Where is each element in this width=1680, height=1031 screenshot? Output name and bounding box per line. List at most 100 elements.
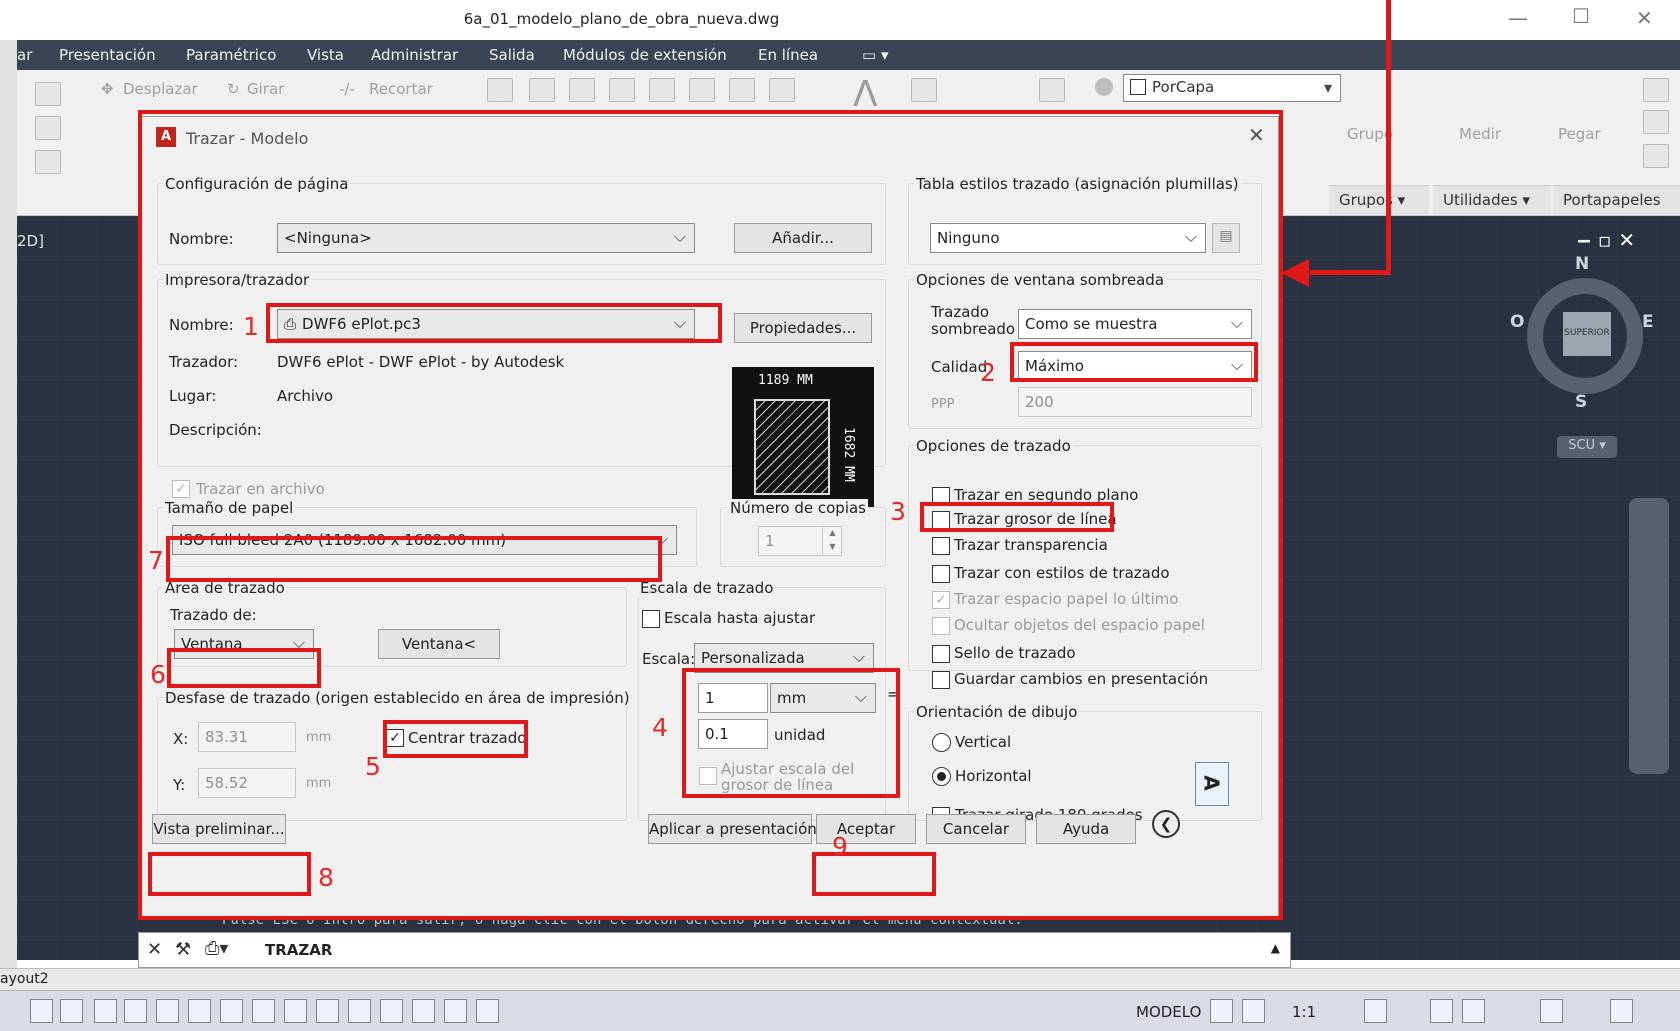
compass-west[interactable]: O xyxy=(1510,312,1524,332)
snap-icon[interactable] xyxy=(124,999,147,1023)
highlight-lineweight xyxy=(920,502,1114,532)
paste-label[interactable]: Pegar xyxy=(1558,125,1601,143)
compass-east[interactable]: E xyxy=(1642,312,1654,332)
minimize-button[interactable]: — xyxy=(1508,6,1528,30)
left-edge xyxy=(0,40,17,1031)
menu-item-en-linea[interactable]: En línea xyxy=(758,46,818,64)
ribbon-tool-icon-2[interactable] xyxy=(529,78,555,102)
menu-item-parametrico[interactable]: Paramétrico xyxy=(186,46,276,64)
dimension-icon[interactable] xyxy=(911,78,937,102)
osnap-icon[interactable] xyxy=(252,999,275,1023)
grid-icon[interactable] xyxy=(94,999,117,1023)
annotation-number: 1 xyxy=(243,312,259,341)
layout-tab[interactable]: ayout2 xyxy=(0,971,49,987)
layout-grid-icon[interactable] xyxy=(1210,999,1233,1023)
viewport-label[interactable]: 2D] xyxy=(17,232,44,250)
viewports-icon[interactable] xyxy=(1242,999,1265,1023)
move-icon: ✥ xyxy=(101,80,114,98)
menu-item-prev[interactable]: ar xyxy=(17,46,32,64)
status-bar: MODELO 1:1 xyxy=(0,990,1680,1031)
annotation-visibility-icon[interactable] xyxy=(1364,999,1387,1023)
dyn-input-icon[interactable] xyxy=(348,999,371,1023)
maximize-button[interactable]: ☐ xyxy=(1572,4,1590,28)
highlight-paper-size xyxy=(166,536,662,582)
isodraft-icon[interactable] xyxy=(220,999,243,1023)
compass-north[interactable]: N xyxy=(1575,254,1589,274)
annotation-number: 5 xyxy=(365,752,381,781)
menu-item-modulos[interactable]: Módulos de extensión xyxy=(563,46,727,64)
highlight-printer xyxy=(266,303,722,343)
ribbon-draw-icon-3[interactable] xyxy=(35,150,61,174)
ribbon-tool-icon-1[interactable] xyxy=(487,78,513,102)
trim-button[interactable]: Recortar xyxy=(369,80,433,98)
coords-icon[interactable] xyxy=(30,999,53,1023)
close-window-button[interactable]: ✕ xyxy=(1636,6,1653,30)
selection-cycle-icon[interactable] xyxy=(412,999,435,1023)
lock-icon[interactable] xyxy=(1462,999,1485,1023)
annotation-icon[interactable] xyxy=(444,999,467,1023)
measure-label[interactable]: Medir xyxy=(1459,125,1501,143)
ribbon-tool-icon-3[interactable] xyxy=(569,78,595,102)
ribbon-tool-icon-5[interactable] xyxy=(649,78,675,102)
ribbon-tool-icon-4[interactable] xyxy=(609,78,635,102)
otrack-icon[interactable] xyxy=(284,999,307,1023)
ribbon-draw-icon-2[interactable] xyxy=(35,116,61,140)
printer-icon[interactable]: ⎙▾ xyxy=(205,938,228,959)
navigation-bar[interactable] xyxy=(1629,498,1669,774)
annotation-scale[interactable]: 1:1 xyxy=(1292,1003,1316,1021)
ribbon-tool-icon-8[interactable] xyxy=(769,78,795,102)
ucs-menu[interactable]: SCU ▾ xyxy=(1557,436,1617,458)
annotation-number: 3 xyxy=(890,497,906,526)
customize-icon[interactable] xyxy=(1610,999,1633,1023)
add-icon[interactable] xyxy=(476,999,499,1023)
layer-combo-value: PorCapa xyxy=(1152,78,1215,96)
highlight-center xyxy=(383,720,528,758)
annotation-number: 4 xyxy=(652,713,668,742)
close-command-icon[interactable]: ✕ xyxy=(147,939,162,960)
groups-panel-title[interactable]: Grupos ▾ xyxy=(1329,185,1429,215)
lineweight-icon[interactable] xyxy=(316,999,339,1023)
annotation-number: 6 xyxy=(150,660,166,689)
hardware-accel-icon[interactable] xyxy=(1540,999,1563,1023)
annotation-number: 9 xyxy=(832,832,848,861)
layer-combo[interactable]: PorCapa ▾ xyxy=(1123,74,1341,102)
text-tool-icon[interactable]: Λ xyxy=(853,74,878,115)
command-line[interactable]: ✕ ⚒ ⎙▾ TRAZAR ▲ xyxy=(138,932,1291,968)
match-props-icon[interactable] xyxy=(1643,144,1669,168)
transparency-icon[interactable] xyxy=(380,999,403,1023)
workspace-gear-icon[interactable] xyxy=(1430,999,1453,1023)
ribbon-draw-icon[interactable] xyxy=(35,82,61,106)
model-toggle[interactable]: MODELO xyxy=(1136,1003,1201,1021)
command-history-toggle[interactable]: ▲ xyxy=(1271,941,1280,955)
window-title: 6a_01_modelo_plano_de_obra_nueva.dwg xyxy=(463,10,780,28)
block-icon[interactable] xyxy=(1039,78,1065,102)
annotation-number: 8 xyxy=(318,863,334,892)
highlight-scale xyxy=(682,668,900,798)
ribbon-tool-icon-6[interactable] xyxy=(689,78,715,102)
cut-icon[interactable] xyxy=(1643,78,1669,102)
layout-tabs: ayout2 xyxy=(0,968,1680,990)
menu-item-administrar[interactable]: Administrar xyxy=(371,46,458,64)
highlight-ok xyxy=(812,852,936,896)
move-button[interactable]: Desplazar xyxy=(123,80,198,98)
viewcube-top-face[interactable]: SUPERIOR xyxy=(1563,312,1611,356)
menu-item-extra[interactable]: ▭ ▾ xyxy=(862,46,888,64)
viewport-controls[interactable]: ‒ ▫ ✕ xyxy=(1577,228,1635,252)
clipboard-panel-title[interactable]: Portapapeles xyxy=(1553,185,1680,215)
copy-icon[interactable] xyxy=(1643,110,1669,134)
polar-icon[interactable] xyxy=(188,999,211,1023)
menu-item-presentacion[interactable]: Presentación xyxy=(59,46,156,64)
rotate-icon: ↻ xyxy=(227,80,240,98)
menu-item-vista[interactable]: Vista xyxy=(307,46,344,64)
chevron-down-icon: ▾ xyxy=(1323,78,1332,97)
ribbon-tool-icon-7[interactable] xyxy=(729,78,755,102)
ortho-icon[interactable] xyxy=(156,999,179,1023)
wrench-icon[interactable]: ⚒ xyxy=(175,939,191,960)
model-space-icon[interactable] xyxy=(60,999,83,1023)
menu-item-salida[interactable]: Salida xyxy=(489,46,535,64)
trim-icon: -/- xyxy=(339,80,355,98)
annotation-number: 2 xyxy=(980,358,996,387)
utilities-panel-title[interactable]: Utilidades ▾ xyxy=(1433,185,1551,215)
compass-south[interactable]: S xyxy=(1575,392,1587,412)
rotate-button[interactable]: Girar xyxy=(247,80,284,98)
